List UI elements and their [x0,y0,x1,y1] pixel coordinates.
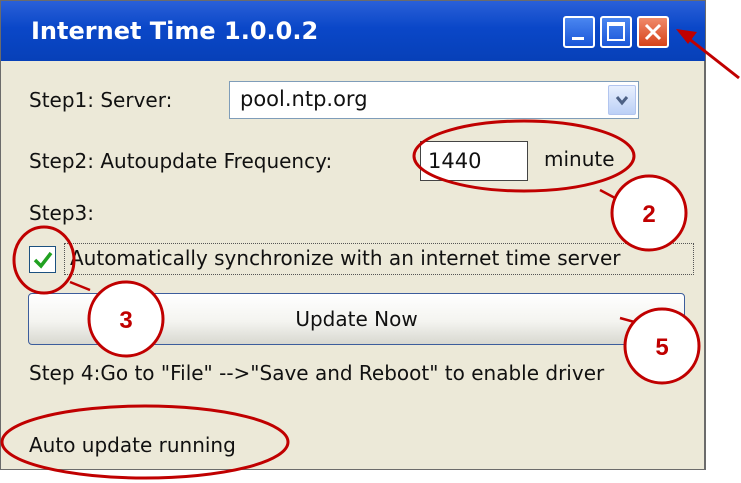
server-value: pool.ntp.org [240,87,368,111]
step1-label: Step1: Server: [29,88,173,112]
step4-instruction: Step 4:Go to "File" -->"Save and Reboot"… [29,361,605,385]
window-title: Internet Time 1.0.0.2 [31,17,319,45]
auto-sync-checkbox[interactable] [29,246,56,273]
frequency-unit-label: minute [544,147,615,171]
close-button[interactable] [637,16,669,48]
step3-label: Step3: [29,201,94,225]
title-bar[interactable]: Internet Time 1.0.0.2 [1,1,705,61]
update-now-button[interactable]: Update Now [28,293,685,345]
step2-label: Step2: Autoupdate Frequency: [29,149,333,173]
close-icon [644,23,662,41]
internet-time-window: Internet Time 1.0.0.2 Step1: Server: poo… [0,0,706,470]
dropdown-arrow-button[interactable] [608,85,636,115]
server-combobox[interactable]: pool.ntp.org [229,81,639,119]
maximize-icon [607,22,625,41]
status-text: Auto update running [29,433,236,457]
auto-sync-label[interactable]: Automatically synchronize with an intern… [64,243,694,275]
maximize-button[interactable] [600,16,632,48]
minimize-icon [572,37,584,40]
chevron-down-icon [615,96,629,106]
checkmark-icon [33,251,53,269]
frequency-input[interactable] [420,141,528,181]
minimize-button[interactable] [563,16,595,48]
